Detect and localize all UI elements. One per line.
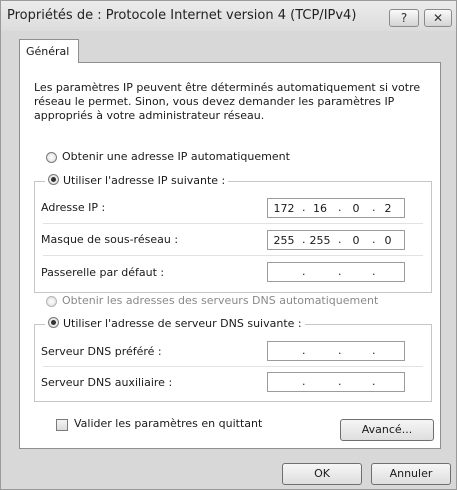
auto-dns-radio[interactable] xyxy=(46,296,57,307)
validate-label: Valider les paramètres en quittant xyxy=(74,417,263,430)
row-divider xyxy=(43,223,423,224)
manual-dns-radio[interactable] xyxy=(48,317,59,328)
title-bar: Propriétés de : Protocole Internet versi… xyxy=(1,1,456,31)
manual-ip-label: Utiliser l'adresse IP suivante : xyxy=(63,174,226,187)
dns-group-legend: Utiliser l'adresse de serveur DNS suivan… xyxy=(45,316,305,330)
row-divider xyxy=(43,366,423,367)
alternate-dns-label: Serveur DNS auxiliaire : xyxy=(41,376,173,389)
row-divider xyxy=(43,255,423,256)
dns-group: Utiliser l'adresse de serveur DNS suivan… xyxy=(34,316,432,402)
auto-ip-label: Obtenir une adresse IP automatiquement xyxy=(62,150,290,163)
auto-dns-label: Obtenir les adresses des serveurs DNS au… xyxy=(62,294,379,307)
close-button[interactable]: ✕ xyxy=(424,9,452,27)
ip-group-legend: Utiliser l'adresse IP suivante : xyxy=(45,173,229,187)
ip-address-label: Adresse IP : xyxy=(41,201,106,214)
subnet-mask-input[interactable]: 255. 255. 0. 0 xyxy=(267,230,405,250)
preferred-dns-input[interactable]: . . . xyxy=(267,341,405,361)
alternate-dns-input[interactable]: . . . xyxy=(267,372,405,392)
ip-address-input[interactable]: 172. 16. 0. 2 xyxy=(267,198,405,218)
tab-general[interactable]: Général xyxy=(19,39,79,63)
help-button[interactable]: ? xyxy=(389,9,419,27)
properties-dialog: Propriétés de : Protocole Internet versi… xyxy=(0,0,457,490)
advanced-button[interactable]: Avancé... xyxy=(340,419,434,441)
intro-text: Les paramètres IP peuvent être déterminé… xyxy=(34,81,421,122)
cancel-button[interactable]: Annuler xyxy=(371,463,451,485)
ip-group: Utiliser l'adresse IP suivante : Adresse… xyxy=(34,173,432,293)
dialog-title: Propriétés de : Protocole Internet versi… xyxy=(7,8,357,23)
auto-ip-radio[interactable] xyxy=(46,152,57,163)
general-panel: Les paramètres IP peuvent être déterminé… xyxy=(19,62,441,449)
default-gateway-label: Passerelle par défaut : xyxy=(41,266,165,279)
close-icon: ✕ xyxy=(432,11,444,25)
subnet-mask-label: Masque de sous-réseau : xyxy=(41,233,179,246)
preferred-dns-label: Serveur DNS préféré : xyxy=(41,345,162,358)
validate-checkbox[interactable] xyxy=(56,419,68,431)
manual-dns-label: Utiliser l'adresse de serveur DNS suivan… xyxy=(63,317,302,330)
help-icon: ? xyxy=(400,11,408,25)
default-gateway-input[interactable]: . . . xyxy=(267,262,405,282)
ok-button[interactable]: OK xyxy=(282,463,362,485)
manual-ip-radio[interactable] xyxy=(48,174,59,185)
